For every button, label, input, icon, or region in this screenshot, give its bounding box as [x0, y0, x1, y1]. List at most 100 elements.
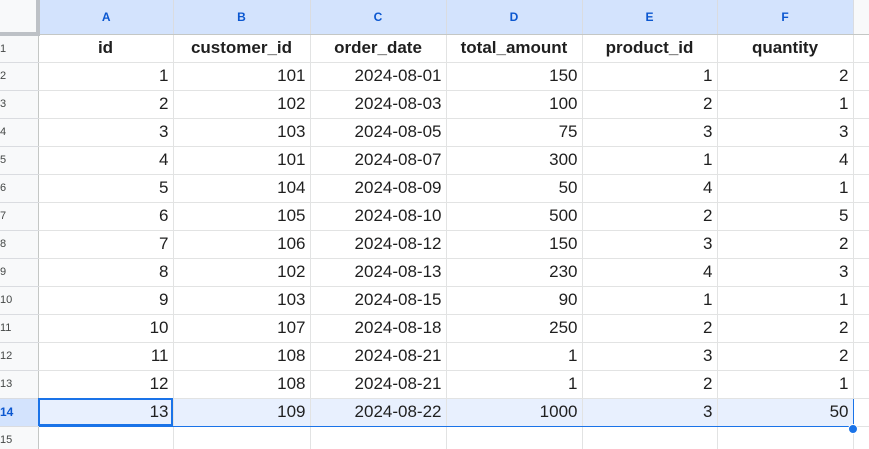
- cell[interactable]: 250: [446, 314, 583, 343]
- cell[interactable]: 109: [173, 397, 311, 427]
- column-header-d[interactable]: D: [446, 0, 583, 35]
- cell[interactable]: 1: [717, 90, 854, 119]
- cell[interactable]: order_date: [310, 34, 447, 63]
- cell[interactable]: 3: [582, 118, 718, 147]
- cell[interactable]: [717, 426, 854, 449]
- cell[interactable]: [853, 118, 869, 147]
- cell[interactable]: 1: [582, 62, 718, 91]
- cell[interactable]: 3: [582, 230, 718, 259]
- cell[interactable]: 101: [173, 146, 311, 175]
- cell[interactable]: 3: [717, 258, 854, 287]
- cell[interactable]: 50: [717, 397, 854, 427]
- cell[interactable]: [446, 426, 583, 449]
- row-header[interactable]: 6: [0, 174, 39, 203]
- cell[interactable]: 2: [582, 314, 718, 343]
- cell[interactable]: 2: [717, 342, 854, 371]
- cell[interactable]: 2: [582, 370, 718, 399]
- cell[interactable]: [853, 62, 869, 91]
- cell[interactable]: quantity: [717, 34, 854, 63]
- cell[interactable]: 4: [717, 146, 854, 175]
- column-header-a[interactable]: A: [38, 0, 174, 35]
- cell[interactable]: product_id: [582, 34, 718, 63]
- row-header[interactable]: 3: [0, 90, 39, 119]
- cell[interactable]: 2024-08-05: [310, 118, 447, 147]
- row-header[interactable]: 2: [0, 62, 39, 91]
- row-header[interactable]: 7: [0, 202, 39, 231]
- cell[interactable]: 2024-08-13: [310, 258, 447, 287]
- cell[interactable]: [853, 342, 869, 371]
- cell[interactable]: [310, 426, 447, 449]
- cell[interactable]: 100: [446, 90, 583, 119]
- row-header-selected[interactable]: 14: [0, 398, 39, 427]
- cell[interactable]: total_amount: [446, 34, 583, 63]
- cell[interactable]: 102: [173, 258, 311, 287]
- cell[interactable]: [853, 230, 869, 259]
- cell[interactable]: [173, 426, 311, 449]
- cell[interactable]: 2024-08-03: [310, 90, 447, 119]
- cell[interactable]: 2024-08-09: [310, 174, 447, 203]
- row-header[interactable]: 10: [0, 286, 39, 315]
- cell[interactable]: 2024-08-22: [310, 397, 447, 427]
- cell[interactable]: 5: [717, 202, 854, 231]
- cell[interactable]: 2: [717, 314, 854, 343]
- cell[interactable]: 104: [173, 174, 311, 203]
- cell[interactable]: [853, 202, 869, 231]
- cell[interactable]: [853, 370, 869, 399]
- cell[interactable]: 9: [38, 286, 174, 315]
- cell[interactable]: 2024-08-10: [310, 202, 447, 231]
- cell[interactable]: 150: [446, 62, 583, 91]
- cell[interactable]: 90: [446, 286, 583, 315]
- cell[interactable]: 3: [582, 397, 718, 427]
- cell[interactable]: 102: [173, 90, 311, 119]
- cell[interactable]: 50: [446, 174, 583, 203]
- row-header[interactable]: 4: [0, 118, 39, 147]
- cell[interactable]: 75: [446, 118, 583, 147]
- cell[interactable]: 1: [717, 370, 854, 399]
- active-cell[interactable]: 13: [38, 397, 174, 427]
- cell[interactable]: 2: [582, 202, 718, 231]
- cell[interactable]: 105: [173, 202, 311, 231]
- cell[interactable]: 2024-08-15: [310, 286, 447, 315]
- cell[interactable]: 3: [717, 118, 854, 147]
- cell[interactable]: 2: [717, 62, 854, 91]
- cell[interactable]: 1: [38, 62, 174, 91]
- fill-handle[interactable]: [848, 424, 858, 434]
- cell[interactable]: 1: [446, 370, 583, 399]
- row-header[interactable]: 8: [0, 230, 39, 259]
- cell[interactable]: 1: [717, 286, 854, 315]
- cell[interactable]: 1000: [446, 397, 583, 427]
- row-header[interactable]: 13: [0, 370, 39, 399]
- cell[interactable]: id: [38, 34, 174, 63]
- cell[interactable]: 8: [38, 258, 174, 287]
- cell[interactable]: [38, 426, 174, 449]
- cell[interactable]: 300: [446, 146, 583, 175]
- cell[interactable]: [853, 397, 869, 427]
- cell[interactable]: 150: [446, 230, 583, 259]
- cell[interactable]: 2024-08-21: [310, 342, 447, 371]
- column-header-g-partial[interactable]: [853, 0, 869, 35]
- cell[interactable]: [853, 314, 869, 343]
- row-header[interactable]: 12: [0, 342, 39, 371]
- cell[interactable]: 2: [582, 90, 718, 119]
- cell[interactable]: [853, 286, 869, 315]
- cell[interactable]: 10: [38, 314, 174, 343]
- cell[interactable]: [853, 174, 869, 203]
- cell[interactable]: 1: [717, 174, 854, 203]
- cell[interactable]: 6: [38, 202, 174, 231]
- cell[interactable]: 108: [173, 342, 311, 371]
- row-header[interactable]: 9: [0, 258, 39, 287]
- cell[interactable]: 2024-08-01: [310, 62, 447, 91]
- cell[interactable]: [853, 34, 869, 63]
- cell[interactable]: 103: [173, 118, 311, 147]
- cell[interactable]: 101: [173, 62, 311, 91]
- column-header-c[interactable]: C: [310, 0, 447, 35]
- cell[interactable]: 2024-08-07: [310, 146, 447, 175]
- cell[interactable]: 3: [38, 118, 174, 147]
- cell[interactable]: 103: [173, 286, 311, 315]
- select-all-corner[interactable]: [0, 0, 40, 36]
- cell[interactable]: 4: [38, 146, 174, 175]
- cell[interactable]: 2: [717, 230, 854, 259]
- cell[interactable]: 107: [173, 314, 311, 343]
- cell[interactable]: 108: [173, 370, 311, 399]
- row-header[interactable]: 5: [0, 146, 39, 175]
